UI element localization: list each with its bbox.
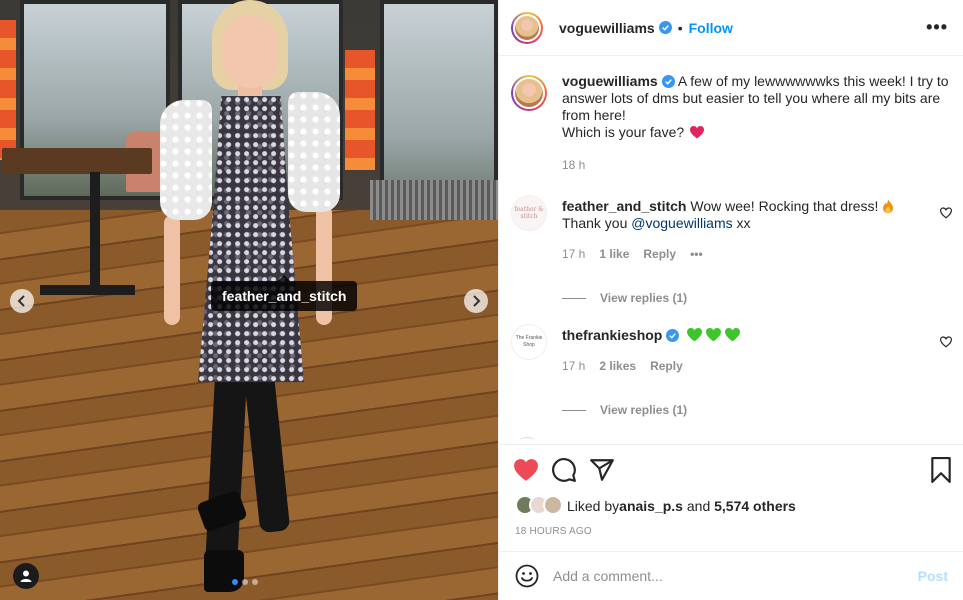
avatar[interactable]: [511, 75, 547, 111]
caption-time: 18 h: [562, 158, 586, 172]
chevron-right-icon: [473, 295, 481, 307]
fire-emoji-icon: [883, 199, 894, 213]
green-heart-emoji-icon: [706, 328, 722, 342]
separator: •: [677, 19, 683, 36]
red-heart-emoji-icon: [690, 126, 705, 139]
likes-count-button[interactable]: 5,574 others: [714, 498, 796, 514]
share-icon[interactable]: [589, 457, 615, 483]
comment-input[interactable]: [553, 568, 918, 584]
decor-panel: [345, 50, 375, 170]
view-replies-button[interactable]: View replies (1): [562, 291, 687, 305]
avatar[interactable]: [511, 11, 543, 44]
user-icon: [20, 570, 32, 582]
bookmark-icon[interactable]: [930, 457, 952, 483]
like-comment-heart-icon[interactable]: [940, 336, 952, 348]
liked-by-prefix: Liked by: [567, 498, 620, 514]
comment-likes[interactable]: 2 likes: [599, 359, 636, 373]
view-replies-button[interactable]: View replies (1): [562, 403, 687, 417]
caption-username[interactable]: voguewilliams: [562, 73, 658, 89]
post-timestamp: 18 HOURS AGO: [515, 526, 592, 537]
person-boot: [204, 550, 244, 592]
carousel-dot: [242, 579, 248, 585]
post-button[interactable]: Post: [918, 568, 948, 584]
divider: [562, 297, 586, 299]
carousel-dot: [252, 579, 258, 585]
caption: voguewilliams A few of my lewwwwwwks thi…: [511, 73, 951, 174]
post-actions: Liked by anais_p.s and 5,574 others 18 H…: [499, 444, 963, 551]
green-heart-emoji-icon: [687, 328, 703, 342]
comment-text: thefrankieshop: [562, 327, 932, 344]
avatar[interactable]: feather & stitch: [511, 195, 547, 231]
view-replies-label: View replies (1): [600, 403, 688, 417]
comment-text-part: xx: [732, 215, 751, 231]
comment-username[interactable]: thefrankieshop: [562, 327, 662, 343]
comment-options-icon[interactable]: •••: [690, 247, 703, 261]
tagged-users-button[interactable]: [13, 563, 39, 589]
carousel-dot: [232, 579, 238, 585]
radiator: [370, 180, 498, 220]
person-leg: [204, 371, 248, 573]
table-foot: [40, 285, 135, 295]
decor-panel: [0, 20, 16, 160]
comment-text: feather_and_stitch Wow wee! Rocking that…: [562, 198, 932, 232]
liked-by-avatars: [515, 495, 565, 517]
mention-link[interactable]: @voguewilliams: [631, 215, 732, 231]
next-photo-button[interactable]: [464, 289, 488, 313]
chevron-left-icon: [17, 295, 25, 307]
person-arm: [164, 215, 180, 325]
likes-summary: Liked by anais_p.s and 5,574 others: [515, 495, 796, 517]
verified-badge-icon: [666, 329, 680, 342]
reply-button[interactable]: Reply: [650, 359, 683, 373]
header-username[interactable]: voguewilliams: [559, 20, 655, 36]
person-face: [222, 16, 278, 88]
post-photo[interactable]: feather_and_stitch: [0, 0, 498, 600]
person-sleeve: [160, 100, 212, 220]
person-boot: [196, 489, 248, 533]
comment-likes[interactable]: 1 like: [599, 247, 629, 261]
comment-meta: 17 h 2 likes Reply: [562, 359, 683, 373]
comments-list[interactable]: voguewilliams A few of my lewwwwwwks thi…: [499, 57, 963, 443]
reply-button[interactable]: Reply: [643, 247, 676, 261]
post-header: voguewilliams • Follow •••: [499, 0, 963, 56]
comment-time: 17 h: [562, 247, 586, 261]
liked-by-user[interactable]: anais_p.s: [619, 498, 683, 514]
person-leg: [243, 370, 291, 534]
comment-time: 17 h: [562, 359, 586, 373]
add-comment-bar: Post: [499, 551, 963, 600]
avatar[interactable]: [543, 495, 563, 515]
comment-text-part: Wow wee! Rocking that dress!: [690, 198, 883, 214]
more-options-icon[interactable]: •••: [926, 18, 948, 36]
comment-meta: 17 h 1 like Reply •••: [562, 247, 703, 261]
divider: [562, 409, 586, 411]
like-comment-heart-icon[interactable]: [940, 207, 952, 219]
caption-text-2: Which is your fave?: [562, 124, 685, 140]
follow-button[interactable]: Follow: [689, 20, 733, 36]
verified-badge-icon: [661, 75, 675, 88]
carousel-indicator: [232, 579, 258, 585]
verified-badge-icon: [658, 21, 672, 34]
comment-icon[interactable]: [551, 457, 577, 483]
green-hearts-emoji: [687, 327, 741, 343]
post-side-panel: voguewilliams • Follow ••• voguewilliams…: [498, 0, 963, 600]
liked-by-mid: and: [682, 498, 715, 514]
next-comment-avatar-partial: [519, 437, 535, 443]
person-sleeve: [288, 92, 340, 212]
product-tag[interactable]: feather_and_stitch: [211, 275, 358, 311]
avatar[interactable]: The Frankie Shop: [511, 324, 547, 360]
green-heart-emoji-icon: [725, 328, 741, 342]
liked-heart-icon[interactable]: [513, 457, 539, 483]
table: [2, 148, 152, 174]
view-replies-label: View replies (1): [600, 291, 688, 305]
previous-photo-button[interactable]: [10, 289, 34, 313]
emoji-icon[interactable]: [515, 564, 539, 588]
table-leg: [90, 172, 100, 292]
comment-username[interactable]: feather_and_stitch: [562, 198, 686, 214]
comment-text-part: Thank you: [562, 215, 632, 231]
